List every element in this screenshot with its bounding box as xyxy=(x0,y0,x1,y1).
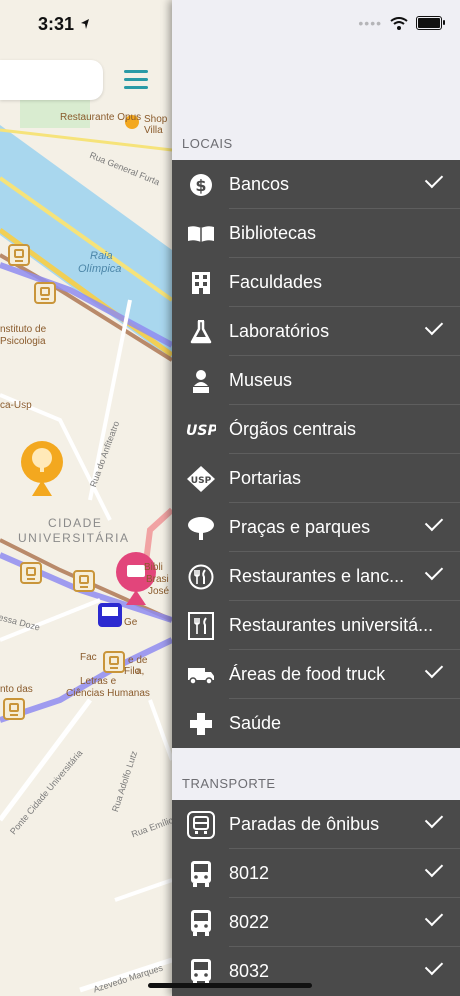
bus-stop-marker[interactable] xyxy=(20,562,42,584)
layer-item-label: Bancos xyxy=(229,174,290,194)
layer-item-saude[interactable]: Saúde xyxy=(172,699,460,748)
layer-item-8012[interactable]: 8012 xyxy=(172,849,460,898)
layer-item-restaurantes-e-lanc[interactable]: Restaurantes e lanc... xyxy=(172,552,460,601)
map-label: Raia xyxy=(90,250,113,262)
layers-drawer: •••• LOCAIS $ Bancos Bibliotecas Faculdades… xyxy=(172,0,460,996)
map-label: Brasi xyxy=(146,574,169,585)
layer-item-bancos[interactable]: $ Bancos xyxy=(172,160,460,209)
layer-item-8032[interactable]: 8032 xyxy=(172,947,460,996)
map-label: a, xyxy=(136,666,145,677)
layer-item-label: Órgãos centrais xyxy=(229,419,357,439)
status-time: 3:31 xyxy=(38,14,75,34)
usp-logo-icon: USP xyxy=(182,415,220,445)
tree-icon xyxy=(182,513,220,543)
map-label: nstituto de xyxy=(0,324,47,335)
map-label: Restaurante Opus xyxy=(60,112,142,123)
locais-list: $ Bancos Bibliotecas Faculdades Laboratórios… xyxy=(172,160,460,748)
layer-item-restaurantes-universita[interactable]: Restaurantes universitá... xyxy=(172,601,460,650)
section-header-transporte: TRANSPORTE xyxy=(182,776,276,791)
layer-item-label: Bibliotecas xyxy=(229,223,317,243)
bus-icon xyxy=(182,859,220,889)
layer-item-label: Museus xyxy=(229,370,293,390)
map-label: Villa xyxy=(144,125,163,136)
cross-icon xyxy=(182,709,220,739)
layer-item-portarias[interactable]: USP Portarias xyxy=(172,454,460,503)
map-label: nto das xyxy=(0,684,33,695)
bus-stop-marker[interactable] xyxy=(3,698,25,720)
signal-icon: •••• xyxy=(358,15,382,31)
layer-item-label: Saúde xyxy=(229,713,282,733)
battery-icon xyxy=(416,16,445,30)
map-label: José xyxy=(148,586,170,597)
menu-icon[interactable] xyxy=(124,70,148,90)
map-label: ca-Usp xyxy=(0,400,32,411)
svg-text:USP: USP xyxy=(191,476,212,486)
section-header-locais: LOCAIS xyxy=(182,136,233,151)
usp-bus-marker-icon xyxy=(98,603,122,627)
layer-item-pracas-e-parques[interactable]: Praças e parques xyxy=(172,503,460,552)
map-label: Olímpica xyxy=(78,263,122,275)
cutlery-square-icon xyxy=(182,611,220,641)
wifi-icon xyxy=(390,16,408,30)
map-view[interactable]: Restaurante Opus Shop Villa Rua General … xyxy=(0,0,172,996)
layer-item-laboratorios[interactable]: Laboratórios xyxy=(172,307,460,356)
svg-text:USP: USP xyxy=(186,423,216,438)
bus-icon xyxy=(182,908,220,938)
bus-stop-marker[interactable] xyxy=(73,570,95,592)
layer-item-label: Áreas de food truck xyxy=(229,664,386,684)
layer-item-label: 8032 xyxy=(229,961,270,981)
layer-item-bibliotecas[interactable]: Bibliotecas xyxy=(172,209,460,258)
layer-item-areas-de-food-truck[interactable]: Áreas de food truck xyxy=(172,650,460,699)
bus-stop-marker[interactable] xyxy=(34,282,56,304)
layer-item-label: 8012 xyxy=(229,863,270,883)
map-label: Fac xyxy=(80,652,97,663)
layer-item-label: Paradas de ônibus xyxy=(229,814,380,834)
layer-item-paradas-de-onibus[interactable]: Paradas de ônibus xyxy=(172,800,460,849)
transporte-list: Paradas de ônibus 8012 8022 8032 xyxy=(172,800,460,996)
layer-item-orgaos-centrais[interactable]: USP Órgãos centrais xyxy=(172,405,460,454)
layer-item-label: 8022 xyxy=(229,912,270,932)
svg-text:$: $ xyxy=(195,176,206,195)
layer-item-label: Restaurantes universitá... xyxy=(229,615,434,635)
map-label: Ge xyxy=(124,617,138,628)
bus-stop-marker[interactable] xyxy=(103,651,125,673)
map-label: Psicologia xyxy=(0,336,46,347)
bus-stop-marker[interactable] xyxy=(8,244,30,266)
map-label: Shop xyxy=(144,114,168,125)
cutlery-circle-icon xyxy=(182,562,220,592)
map-background xyxy=(0,0,172,996)
layer-item-8022[interactable]: 8022 xyxy=(172,898,460,947)
map-label: UNIVERSITÁRIA xyxy=(18,531,130,545)
map-label: Letras e xyxy=(80,676,117,687)
layer-item-label: Restaurantes e lanc... xyxy=(229,566,405,586)
layer-item-label: Faculdades xyxy=(229,272,323,292)
usp-gate-icon: USP xyxy=(182,464,220,494)
status-indicators: •••• xyxy=(358,15,445,31)
map-label: Bibli xyxy=(144,562,163,573)
bus-stop-icon xyxy=(182,810,220,840)
bust-icon xyxy=(182,366,220,396)
map-label: CIDADE xyxy=(48,516,103,530)
map-label: e de xyxy=(128,655,148,666)
layer-item-label: Laboratórios xyxy=(229,321,330,341)
dollar-icon: $ xyxy=(182,170,220,200)
bus-icon xyxy=(182,957,220,987)
search-input[interactable] xyxy=(0,60,103,100)
flask-icon xyxy=(182,317,220,347)
layer-item-faculdades[interactable]: Faculdades xyxy=(172,258,460,307)
building-icon xyxy=(182,268,220,298)
map-label: Ciências Humanas xyxy=(66,688,150,699)
truck-icon xyxy=(182,660,220,690)
location-arrow-icon xyxy=(81,19,89,29)
home-indicator xyxy=(148,983,312,988)
layer-item-museus[interactable]: Museus xyxy=(172,356,460,405)
layer-item-label: Praças e parques xyxy=(229,517,371,537)
book-icon xyxy=(182,219,220,249)
layer-item-label: Portarias xyxy=(229,468,302,488)
